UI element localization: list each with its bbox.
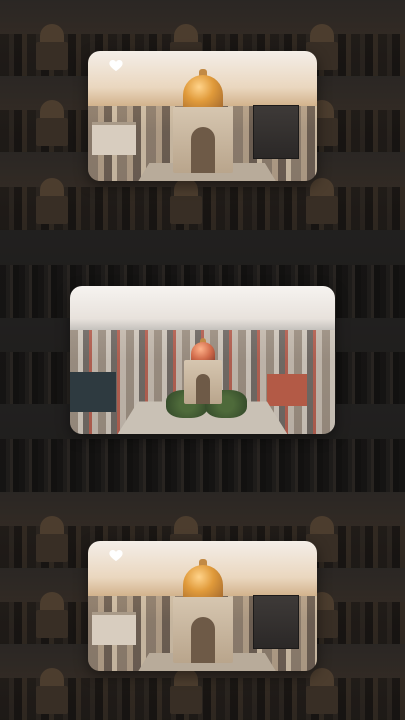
monument-aerial-image	[70, 286, 335, 434]
video-card-sunset-bottom[interactable]	[88, 541, 317, 671]
heart-icon[interactable]	[108, 547, 124, 563]
video-card-sunset-top[interactable]	[88, 51, 317, 181]
heart-icon[interactable]	[108, 57, 124, 73]
video-card-aerial-middle[interactable]	[70, 286, 335, 434]
